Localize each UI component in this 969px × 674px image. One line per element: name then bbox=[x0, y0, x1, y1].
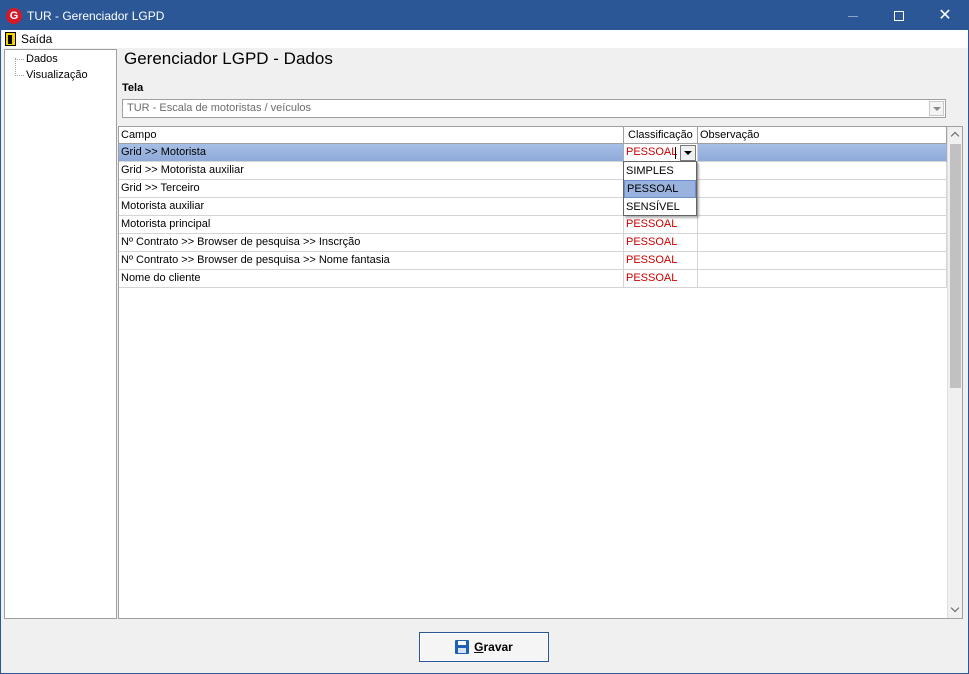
close-icon: ✕ bbox=[938, 7, 952, 24]
cell-campo[interactable]: Nº Contrato >> Browser de pesquisa >> In… bbox=[119, 234, 624, 252]
title-bar[interactable]: G TUR - Gerenciador LGPD ✕ bbox=[1, 1, 968, 30]
table-row[interactable]: Grid >> Motorista auxiliar bbox=[119, 162, 947, 180]
close-button[interactable]: ✕ bbox=[922, 1, 968, 30]
floppy-disk-icon bbox=[455, 640, 470, 654]
cell-classificacao[interactable]: PESSOAL bbox=[624, 270, 698, 288]
save-button[interactable]: Gravar bbox=[419, 632, 549, 662]
menu-bar: Saída bbox=[2, 30, 968, 48]
column-header-classificacao[interactable]: Classificação bbox=[624, 127, 698, 144]
column-header-observacao[interactable]: Observação bbox=[698, 127, 947, 144]
tree-item-label: Dados bbox=[26, 53, 58, 65]
cell-observacao[interactable] bbox=[698, 144, 947, 162]
cell-campo[interactable]: Grid >> Terceiro bbox=[119, 180, 624, 198]
menu-exit-label: Saída bbox=[21, 32, 53, 46]
cell-observacao[interactable] bbox=[698, 180, 947, 198]
cell-classificacao[interactable]: PESSOAL bbox=[624, 234, 698, 252]
minimize-icon bbox=[848, 16, 858, 17]
cell-campo[interactable]: Nº Contrato >> Browser de pesquisa >> No… bbox=[119, 252, 624, 270]
table-row[interactable]: Nº Contrato >> Browser de pesquisa >> In… bbox=[119, 234, 947, 252]
table-row[interactable]: Nº Contrato >> Browser de pesquisa >> No… bbox=[119, 252, 947, 270]
scroll-up-icon[interactable] bbox=[948, 127, 963, 143]
cell-campo[interactable]: Motorista principal bbox=[119, 216, 624, 234]
scroll-down-icon[interactable] bbox=[948, 602, 963, 618]
cell-campo[interactable]: Nome do cliente bbox=[119, 270, 624, 288]
classification-dropdown-button[interactable] bbox=[680, 145, 696, 161]
app-logo-icon: G bbox=[6, 8, 22, 24]
tela-select-value: TUR - Escala de motoristas / veículos bbox=[127, 102, 312, 114]
cell-campo[interactable]: Motorista auxiliar bbox=[119, 198, 624, 216]
cell-classificacao[interactable]: PESSOAL bbox=[624, 216, 698, 234]
grid-rows: Grid >> Motorista PESSOAL Grid >> Motori… bbox=[119, 144, 947, 288]
table-row[interactable]: Grid >> Motorista PESSOAL bbox=[119, 144, 947, 162]
tree-item-label: Visualização bbox=[26, 69, 88, 81]
tree-item-visualizacao[interactable]: Visualização bbox=[15, 68, 88, 82]
window-title: TUR - Gerenciador LGPD bbox=[27, 9, 165, 23]
menu-exit[interactable]: Saída bbox=[5, 31, 52, 47]
vertical-scrollbar[interactable] bbox=[947, 127, 962, 618]
scrollbar-thumb[interactable] bbox=[950, 144, 961, 388]
maximize-button[interactable] bbox=[876, 1, 922, 30]
table-row[interactable]: Grid >> Terceiro bbox=[119, 180, 947, 198]
table-row[interactable]: Nome do cliente PESSOAL bbox=[119, 270, 947, 288]
cell-observacao[interactable] bbox=[698, 216, 947, 234]
navigation-tree: Dados Visualização bbox=[4, 49, 117, 619]
door-exit-icon bbox=[5, 32, 16, 46]
cell-classificacao[interactable]: PESSOAL bbox=[624, 252, 698, 270]
dropdown-option-simples[interactable]: SIMPLES bbox=[624, 162, 696, 180]
tela-select[interactable]: TUR - Escala de motoristas / veículos bbox=[122, 99, 946, 118]
cell-campo[interactable]: Grid >> Motorista bbox=[119, 144, 624, 162]
maximize-icon bbox=[894, 11, 904, 21]
cell-observacao[interactable] bbox=[698, 234, 947, 252]
text-caret bbox=[675, 147, 676, 159]
classification-dropdown-list: SIMPLES PESSOAL SENSÍVEL bbox=[623, 161, 697, 216]
page-title: Gerenciador LGPD - Dados bbox=[124, 49, 333, 68]
column-header-campo[interactable]: Campo bbox=[119, 127, 624, 144]
data-grid: Campo Classificação Observação Grid >> M… bbox=[118, 126, 963, 619]
dropdown-option-sensivel[interactable]: SENSÍVEL bbox=[624, 198, 696, 216]
save-button-label: Gravar bbox=[474, 640, 513, 654]
cell-observacao[interactable] bbox=[698, 162, 947, 180]
tree-item-dados[interactable]: Dados bbox=[15, 52, 58, 66]
dropdown-option-pessoal[interactable]: PESSOAL bbox=[624, 180, 696, 198]
grid-header: Campo Classificação Observação bbox=[119, 127, 947, 144]
table-row[interactable]: Motorista auxiliar bbox=[119, 198, 947, 216]
table-row[interactable]: Motorista principal PESSOAL bbox=[119, 216, 947, 234]
main-window: G TUR - Gerenciador LGPD ✕ Saída Dados V… bbox=[0, 0, 969, 674]
cell-campo[interactable]: Grid >> Motorista auxiliar bbox=[119, 162, 624, 180]
chevron-down-icon[interactable] bbox=[929, 101, 944, 116]
cell-observacao[interactable] bbox=[698, 270, 947, 288]
cell-observacao[interactable] bbox=[698, 252, 947, 270]
cell-observacao[interactable] bbox=[698, 198, 947, 216]
tela-label: Tela bbox=[122, 82, 144, 94]
minimize-button[interactable] bbox=[830, 1, 876, 30]
